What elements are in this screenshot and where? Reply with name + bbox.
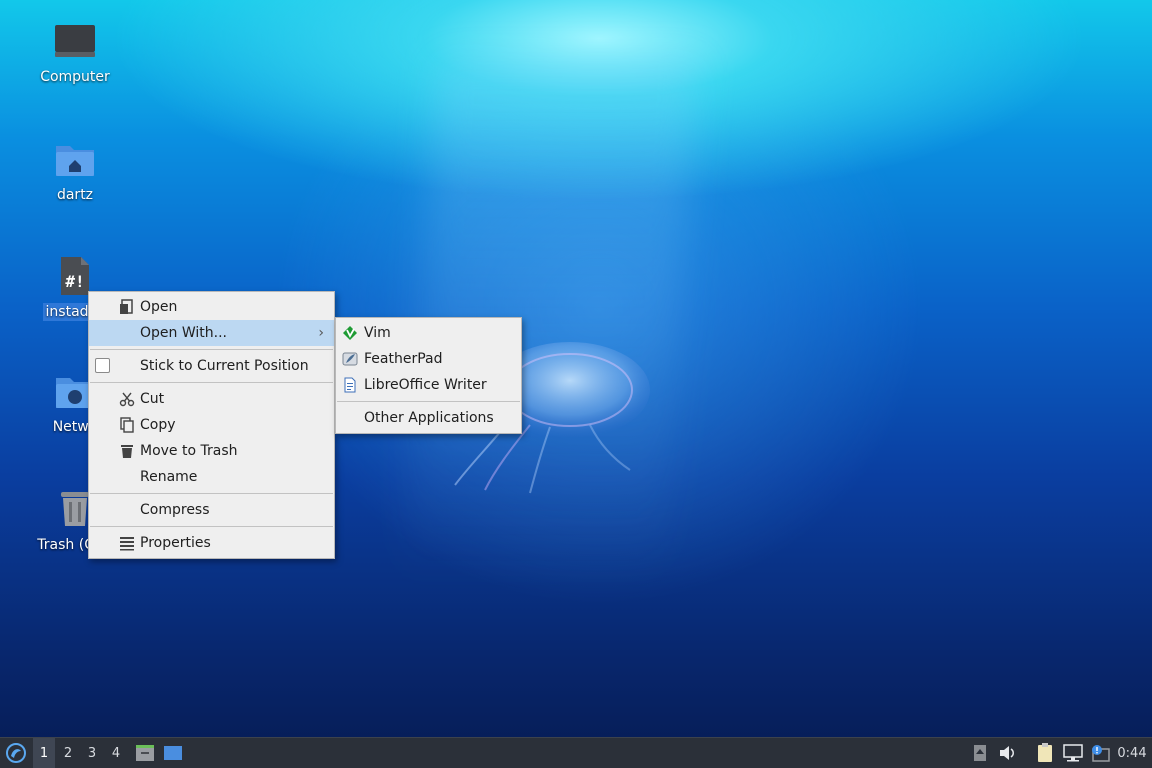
taskbar: 1 2 3 4 0:44 bbox=[0, 737, 1152, 768]
vim-icon bbox=[343, 326, 357, 340]
tray-expand-button[interactable] bbox=[970, 738, 990, 768]
desktop-icon-home[interactable]: dartz bbox=[15, 140, 135, 204]
workspace-3[interactable]: 3 bbox=[81, 738, 103, 768]
desktop-icon-label: dartz bbox=[56, 187, 94, 203]
desktop-icon bbox=[164, 746, 182, 760]
document-icon bbox=[344, 377, 356, 393]
file-manager-launcher[interactable] bbox=[132, 738, 158, 768]
menu-item-libreoffice-writer[interactable]: LibreOffice Writer bbox=[336, 372, 521, 398]
scissors-icon bbox=[119, 392, 135, 407]
trash-icon bbox=[121, 445, 133, 458]
home-folder-icon bbox=[56, 146, 94, 176]
computer-icon bbox=[55, 25, 95, 57]
notification-button[interactable] bbox=[1088, 738, 1112, 768]
desktop-icon-computer[interactable]: Computer bbox=[15, 22, 135, 86]
clock[interactable]: 0:44 bbox=[1114, 738, 1150, 768]
menu-item-open[interactable]: Open bbox=[89, 294, 334, 320]
menu-item-rename[interactable]: Rename bbox=[89, 464, 334, 490]
notification-icon bbox=[1092, 745, 1110, 762]
clipboard-icon bbox=[1038, 743, 1052, 762]
menu-separator bbox=[90, 382, 333, 383]
network-icon bbox=[1063, 744, 1083, 762]
desktop-icon-label: Computer bbox=[40, 69, 110, 85]
context-menu: Open Open With... › Stick to Current Pos… bbox=[88, 291, 335, 559]
menu-separator bbox=[337, 401, 520, 402]
menu-item-other-applications[interactable]: Other Applications bbox=[336, 405, 521, 431]
properties-icon bbox=[120, 537, 134, 551]
menu-separator bbox=[90, 526, 333, 527]
featherpad-icon bbox=[342, 352, 358, 366]
clipboard-button[interactable] bbox=[1034, 738, 1056, 768]
menu-item-properties[interactable]: Properties bbox=[89, 530, 334, 556]
menu-item-vim[interactable]: Vim bbox=[336, 320, 521, 346]
workspace-1[interactable]: 1 bbox=[33, 738, 55, 768]
lxqt-logo-icon bbox=[6, 743, 26, 763]
open-with-submenu: Vim FeatherPad LibreOffice Writer Other … bbox=[335, 317, 522, 434]
workspace-4[interactable]: 4 bbox=[105, 738, 127, 768]
menu-item-move-to-trash[interactable]: Move to Trash bbox=[89, 438, 334, 464]
open-icon bbox=[120, 299, 133, 314]
menu-separator bbox=[90, 349, 333, 350]
menu-item-copy[interactable]: Copy bbox=[89, 412, 334, 438]
show-desktop-button[interactable] bbox=[160, 738, 186, 768]
stick-checkbox[interactable] bbox=[95, 358, 110, 373]
file-manager-icon bbox=[136, 745, 154, 761]
menu-item-compress[interactable]: Compress bbox=[89, 497, 334, 523]
menu-item-open-with[interactable]: Open With... › bbox=[89, 320, 334, 346]
volume-button[interactable] bbox=[996, 738, 1020, 768]
start-menu-button[interactable] bbox=[2, 738, 30, 768]
workspace-2[interactable]: 2 bbox=[57, 738, 79, 768]
menu-item-featherpad[interactable]: FeatherPad bbox=[336, 346, 521, 372]
chevron-right-icon: › bbox=[318, 325, 324, 341]
arrow-up-icon bbox=[974, 745, 986, 761]
menu-item-stick[interactable]: Stick to Current Position bbox=[89, 353, 334, 379]
menu-separator bbox=[90, 493, 333, 494]
volume-icon bbox=[1000, 746, 1014, 760]
network-button[interactable] bbox=[1060, 738, 1086, 768]
copy-icon bbox=[120, 417, 134, 433]
svg-text:#!: #! bbox=[65, 272, 84, 291]
menu-item-cut[interactable]: Cut bbox=[89, 386, 334, 412]
